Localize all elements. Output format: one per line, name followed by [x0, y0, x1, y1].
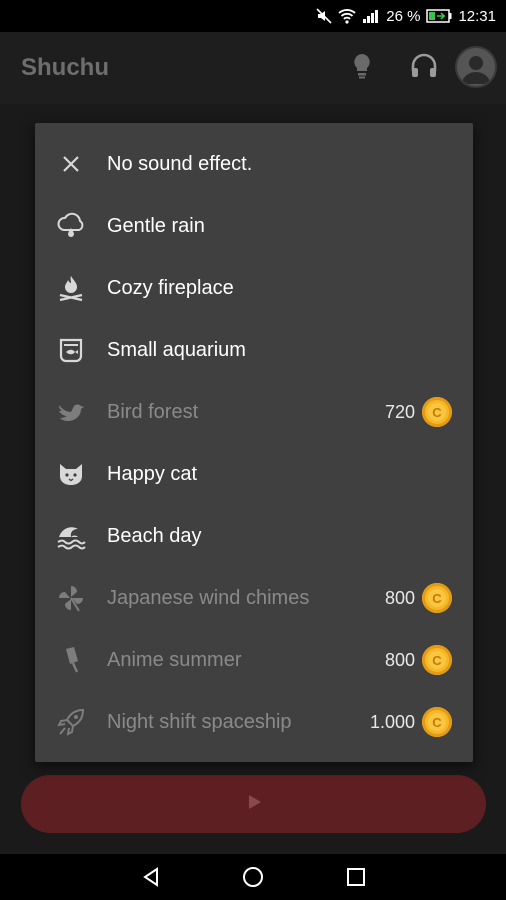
- menu-item-happy-cat[interactable]: Happy cat: [35, 443, 473, 505]
- popsicle-icon: [55, 644, 87, 676]
- menu-item-night-shift-spaceship[interactable]: Night shift spaceship 1.000 C: [35, 691, 473, 753]
- sound-button[interactable]: [404, 48, 444, 88]
- menu-item-label: Anime summer: [107, 649, 242, 671]
- cat-icon: [55, 458, 87, 490]
- rain-cloud-icon: [55, 210, 87, 242]
- menu-item-japanese-wind-chimes[interactable]: Japanese wind chimes 800 C: [35, 567, 473, 629]
- menu-item-label: Gentle rain: [107, 215, 205, 237]
- menu-item-beach-day[interactable]: Beach day: [35, 505, 473, 567]
- menu-item-label: Night shift spaceship: [107, 711, 292, 733]
- menu-item-label: Japanese wind chimes: [107, 587, 310, 609]
- menu-item-gentle-rain[interactable]: Gentle rain: [35, 195, 473, 257]
- coin-icon: C: [422, 583, 452, 613]
- menu-item-label: Beach day: [107, 525, 202, 547]
- price-label: 1.000: [369, 712, 415, 732]
- menu-item-no-sound[interactable]: No sound effect.: [35, 133, 473, 195]
- clock: 12:31: [458, 7, 496, 25]
- recents-square-icon: [347, 868, 365, 886]
- rocket-icon: [55, 706, 87, 738]
- menu-item-label: Small aquarium: [107, 339, 246, 361]
- menu-item-label: No sound effect.: [107, 153, 253, 175]
- campfire-icon: [55, 272, 87, 304]
- coin-icon: C: [422, 707, 452, 737]
- play-button[interactable]: [21, 775, 486, 833]
- user-icon: [462, 56, 490, 84]
- battery-percent: 26 %: [386, 7, 421, 25]
- app-bar: Shuchu: [0, 32, 506, 104]
- price-label: 800: [384, 650, 415, 670]
- menu-item-cozy-fireplace[interactable]: Cozy fireplace: [35, 257, 473, 319]
- app-title: Shuchu: [21, 54, 109, 81]
- fishbowl-icon: [55, 334, 87, 366]
- signal-icon: [362, 8, 380, 24]
- wave-icon: [55, 520, 87, 552]
- status-icons: 26 % 12:31: [316, 0, 496, 32]
- mute-icon: [316, 8, 332, 24]
- menu-item-label: Happy cat: [107, 463, 198, 485]
- bird-icon: [55, 396, 87, 428]
- recents-button[interactable]: [341, 862, 371, 892]
- lightbulb-icon: [350, 52, 374, 85]
- battery-icon: [426, 9, 452, 23]
- menu-item-label: Cozy fireplace: [107, 277, 234, 299]
- back-triangle-icon: [143, 867, 158, 887]
- menu-item-small-aquarium[interactable]: Small aquarium: [35, 319, 473, 381]
- wifi-icon: [338, 8, 356, 24]
- play-icon: [245, 793, 263, 816]
- back-button[interactable]: [136, 862, 166, 892]
- coin-icon: C: [422, 645, 452, 675]
- price-label: 800: [384, 588, 415, 608]
- tips-button[interactable]: [342, 48, 382, 88]
- sound-effect-menu: No sound effect. Gentle rain Cozy firepl…: [35, 123, 473, 762]
- pinwheel-icon: [55, 582, 87, 614]
- status-bar: 26 % 12:31: [0, 0, 506, 32]
- price-label: 720: [384, 402, 415, 422]
- avatar[interactable]: [455, 46, 497, 88]
- menu-item-anime-summer[interactable]: Anime summer 800 C: [35, 629, 473, 691]
- home-circle-icon: [243, 867, 263, 887]
- headphones-icon: [410, 53, 438, 84]
- coin-icon: C: [422, 397, 452, 427]
- home-button[interactable]: [238, 862, 268, 892]
- close-icon: [55, 148, 87, 180]
- navigation-bar: [0, 854, 506, 900]
- menu-item-bird-forest[interactable]: Bird forest 720 C: [35, 381, 473, 443]
- menu-item-label: Bird forest: [107, 401, 199, 423]
